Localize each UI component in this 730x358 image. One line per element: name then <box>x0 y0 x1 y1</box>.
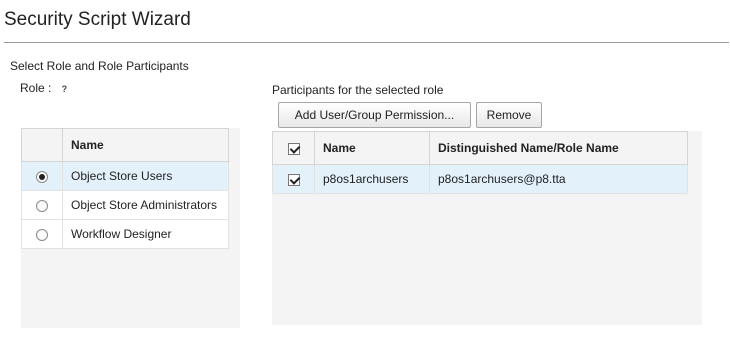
section-label: Select Role and Role Participants <box>10 59 189 73</box>
roles-table: Name Object Store Users Object Store Adm… <box>21 128 229 249</box>
participants-table: Name Distinguished Name/Role Name p8os1a… <box>272 131 688 194</box>
role-label-row: Role : ? <box>20 81 69 95</box>
participants-label: Participants for the selected role <box>272 83 444 97</box>
participant-checkbox-cell[interactable] <box>272 164 315 194</box>
help-icon[interactable]: ? <box>59 84 69 94</box>
roles-name-header[interactable]: Name <box>62 128 229 162</box>
roles-panel: Name Object Store Users Object Store Adm… <box>21 128 240 328</box>
role-radio-cell[interactable] <box>21 190 63 220</box>
participants-dn-header[interactable]: Distinguished Name/Role Name <box>429 131 688 165</box>
participant-name[interactable]: p8os1archusers <box>314 164 430 194</box>
title-divider <box>4 42 729 43</box>
participant-checkbox[interactable] <box>287 173 300 186</box>
role-radio-workflow-designer[interactable] <box>36 228 48 241</box>
select-all-cell[interactable] <box>272 131 315 165</box>
role-radio-cell[interactable] <box>21 161 63 191</box>
participant-dn[interactable]: p8os1archusers@p8.tta <box>429 164 688 194</box>
participants-header-row: Name Distinguished Name/Role Name <box>272 131 688 165</box>
role-name[interactable]: Workflow Designer <box>62 219 229 249</box>
page-title: Security Script Wizard <box>4 9 191 30</box>
roles-select-header <box>21 128 63 162</box>
participant-row[interactable]: p8os1archusers p8os1archusers@p8.tta <box>272 164 688 194</box>
role-row-object-store-administrators[interactable]: Object Store Administrators <box>21 190 229 220</box>
role-radio-cell[interactable] <box>21 219 63 249</box>
role-row-object-store-users[interactable]: Object Store Users <box>21 161 229 191</box>
role-name[interactable]: Object Store Users <box>62 161 229 191</box>
roles-header-row: Name <box>21 128 229 162</box>
role-label: Role : <box>20 81 52 95</box>
select-all-checkbox[interactable] <box>287 142 300 155</box>
role-row-workflow-designer[interactable]: Workflow Designer <box>21 219 229 249</box>
participants-panel: Name Distinguished Name/Role Name p8os1a… <box>272 131 702 325</box>
role-radio-object-store-administrators[interactable] <box>36 199 48 212</box>
role-name[interactable]: Object Store Administrators <box>62 190 229 220</box>
role-radio-object-store-users[interactable] <box>36 170 48 183</box>
participants-name-header[interactable]: Name <box>314 131 430 165</box>
remove-button[interactable]: Remove <box>476 102 542 128</box>
add-user-group-permission-button[interactable]: Add User/Group Permission... <box>278 102 471 128</box>
